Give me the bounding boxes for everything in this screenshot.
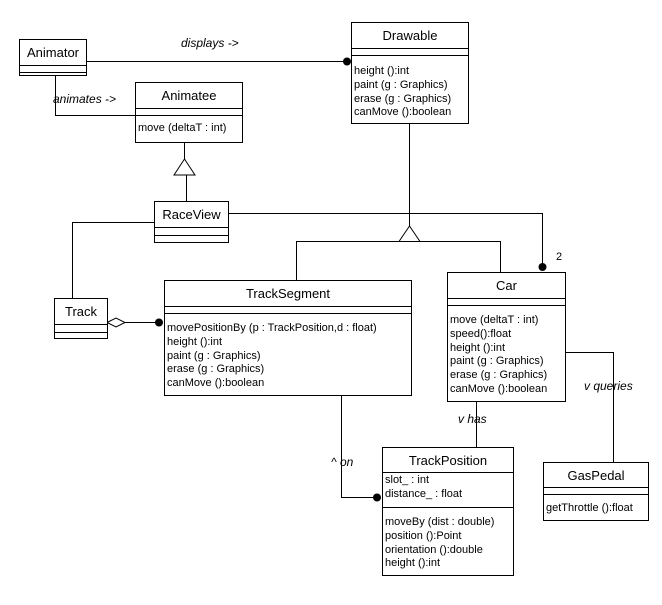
- car-navigability-dot: [538, 263, 547, 271]
- operations-compartment: [20, 73, 86, 75]
- class-name: Animator: [20, 40, 86, 66]
- operations-compartment: move (deltaT : int) speed():float height…: [448, 306, 565, 397]
- attributes-compartment: [155, 228, 228, 236]
- class-name: TrackSegment: [165, 281, 411, 307]
- car-multiplicity: 2: [556, 251, 563, 263]
- class-raceview[interactable]: RaceView: [154, 201, 229, 243]
- operation: canMove ():boolean: [450, 382, 548, 395]
- on-association-line: [341, 395, 376, 498]
- animates-label: animates ->: [53, 92, 117, 106]
- operation: canMove ():boolean: [167, 377, 265, 390]
- operations-compartment: [155, 236, 228, 242]
- operation: paint (g : Graphics): [167, 349, 261, 362]
- operation: speed():float: [450, 327, 512, 340]
- operation: paint (g : Graphics): [354, 78, 448, 91]
- drawable-generalization-triangle: [398, 225, 421, 242]
- class-trackposition[interactable]: TrackPosition slot_ : int distance_ : fl…: [382, 447, 514, 576]
- aggregation-diamond: [105, 317, 127, 328]
- class-name: Track: [55, 299, 107, 325]
- operation: erase (g : Graphics): [167, 363, 265, 376]
- operation: move (deltaT : int): [450, 314, 539, 326]
- has-label: v has: [458, 412, 487, 426]
- trackposition-navigability-dot: [373, 493, 381, 502]
- operations-compartment: moveBy (dist : double) position ():Point…: [383, 508, 513, 571]
- attributes-compartment: slot_ : int distance_ : float: [383, 473, 513, 508]
- operations-compartment: getThrottle ():float: [544, 495, 648, 514]
- queries-association-line: [565, 352, 614, 462]
- class-track[interactable]: Track: [54, 298, 108, 339]
- operation: canMove ():boolean: [354, 106, 452, 119]
- class-name: GasPedal: [544, 463, 648, 488]
- operation: paint (g : Graphics): [450, 355, 544, 368]
- class-name: RaceView: [155, 202, 228, 228]
- operations-compartment: move (deltaT : int): [136, 116, 242, 134]
- class-animator[interactable]: Animator: [19, 39, 87, 76]
- operations-compartment: [55, 333, 107, 338]
- class-name: Car: [448, 273, 565, 299]
- class-name: Animatee: [136, 83, 242, 109]
- class-car[interactable]: Car move (deltaT : int) speed():float he…: [447, 272, 566, 402]
- operation: movePositionBy (p : TrackPosition,d : fl…: [167, 322, 377, 334]
- queries-label: v queries: [584, 379, 633, 393]
- attribute: distance_ : float: [385, 487, 463, 500]
- operation: height ():int: [450, 341, 506, 354]
- raceview-car-association-line: [228, 213, 543, 264]
- class-name: TrackPosition: [383, 448, 513, 473]
- operation: height ():int: [354, 65, 410, 77]
- raceview-track-association-line: [72, 222, 154, 298]
- attributes-compartment: [20, 66, 86, 73]
- attributes-compartment: [448, 299, 565, 306]
- drawable-navigability-dot: [343, 57, 351, 66]
- class-gaspedal[interactable]: GasPedal getThrottle ():float: [543, 462, 649, 521]
- class-drawable[interactable]: Drawable height ():int paint (g : Graphi…: [351, 22, 469, 124]
- operation: moveBy (dist : double): [385, 516, 495, 528]
- attributes-compartment: [352, 49, 468, 56]
- operation: position ():Point: [385, 529, 462, 542]
- operations-compartment: movePositionBy (p : TrackPosition,d : fl…: [165, 314, 411, 391]
- operation: move (deltaT : int): [138, 122, 227, 134]
- displays-label: displays ->: [181, 36, 239, 50]
- tracksegment-navigability-dot: [155, 318, 163, 327]
- class-animatee[interactable]: Animatee move (deltaT : int): [135, 82, 243, 143]
- operation: getThrottle ():float: [546, 502, 633, 514]
- operation: height ():int: [385, 557, 441, 570]
- attributes-compartment: [55, 325, 107, 333]
- on-label: ^ on: [331, 455, 354, 469]
- attributes-compartment: [136, 109, 242, 116]
- operations-compartment: height ():int paint (g : Graphics) erase…: [352, 56, 468, 120]
- class-name: Drawable: [352, 23, 468, 49]
- operation: height ():int: [167, 335, 223, 348]
- operation: orientation ():double: [385, 543, 483, 556]
- attributes-compartment: [165, 307, 411, 314]
- attributes-compartment: [544, 488, 648, 495]
- operation: erase (g : Graphics): [450, 369, 548, 382]
- class-tracksegment[interactable]: TrackSegment movePositionBy (p : TrackPo…: [164, 280, 412, 396]
- operation: erase (g : Graphics): [354, 92, 452, 105]
- attribute: slot_ : int: [385, 474, 430, 486]
- animatee-generalization-triangle: [173, 158, 196, 176]
